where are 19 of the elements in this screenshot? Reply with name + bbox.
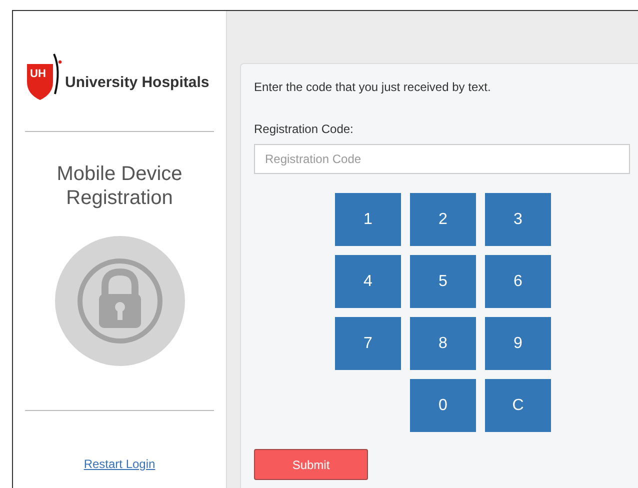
keypad-key[interactable]: C (485, 379, 551, 432)
keypad-key[interactable]: 6 (485, 255, 551, 308)
registration-code-field[interactable]: Registration Code (254, 144, 630, 174)
submit-button[interactable]: Submit (254, 449, 368, 480)
keypad-key[interactable]: 2 (410, 193, 476, 246)
keypad-key[interactable]: 5 (410, 255, 476, 308)
page-title: Mobile Device Registration (56, 162, 184, 210)
lock-icon (54, 236, 184, 366)
keypad-key[interactable]: 0 (410, 379, 476, 432)
keypad-key[interactable]: 1 (335, 193, 401, 246)
keypad-key[interactable]: 3 (485, 193, 551, 246)
logo-text: University Hospitals (65, 72, 210, 93)
keypad-key[interactable]: 9 (485, 317, 551, 370)
keypad-key[interactable]: 7 (335, 317, 401, 370)
field-label: Registration Code: (254, 121, 354, 138)
keypad-key[interactable]: 8 (410, 317, 476, 370)
restart-login-link[interactable]: Restart Login (84, 455, 156, 473)
instruction-text: Enter the code that you just received by text. (254, 79, 492, 96)
keypad-key[interactable]: 4 (335, 255, 401, 308)
